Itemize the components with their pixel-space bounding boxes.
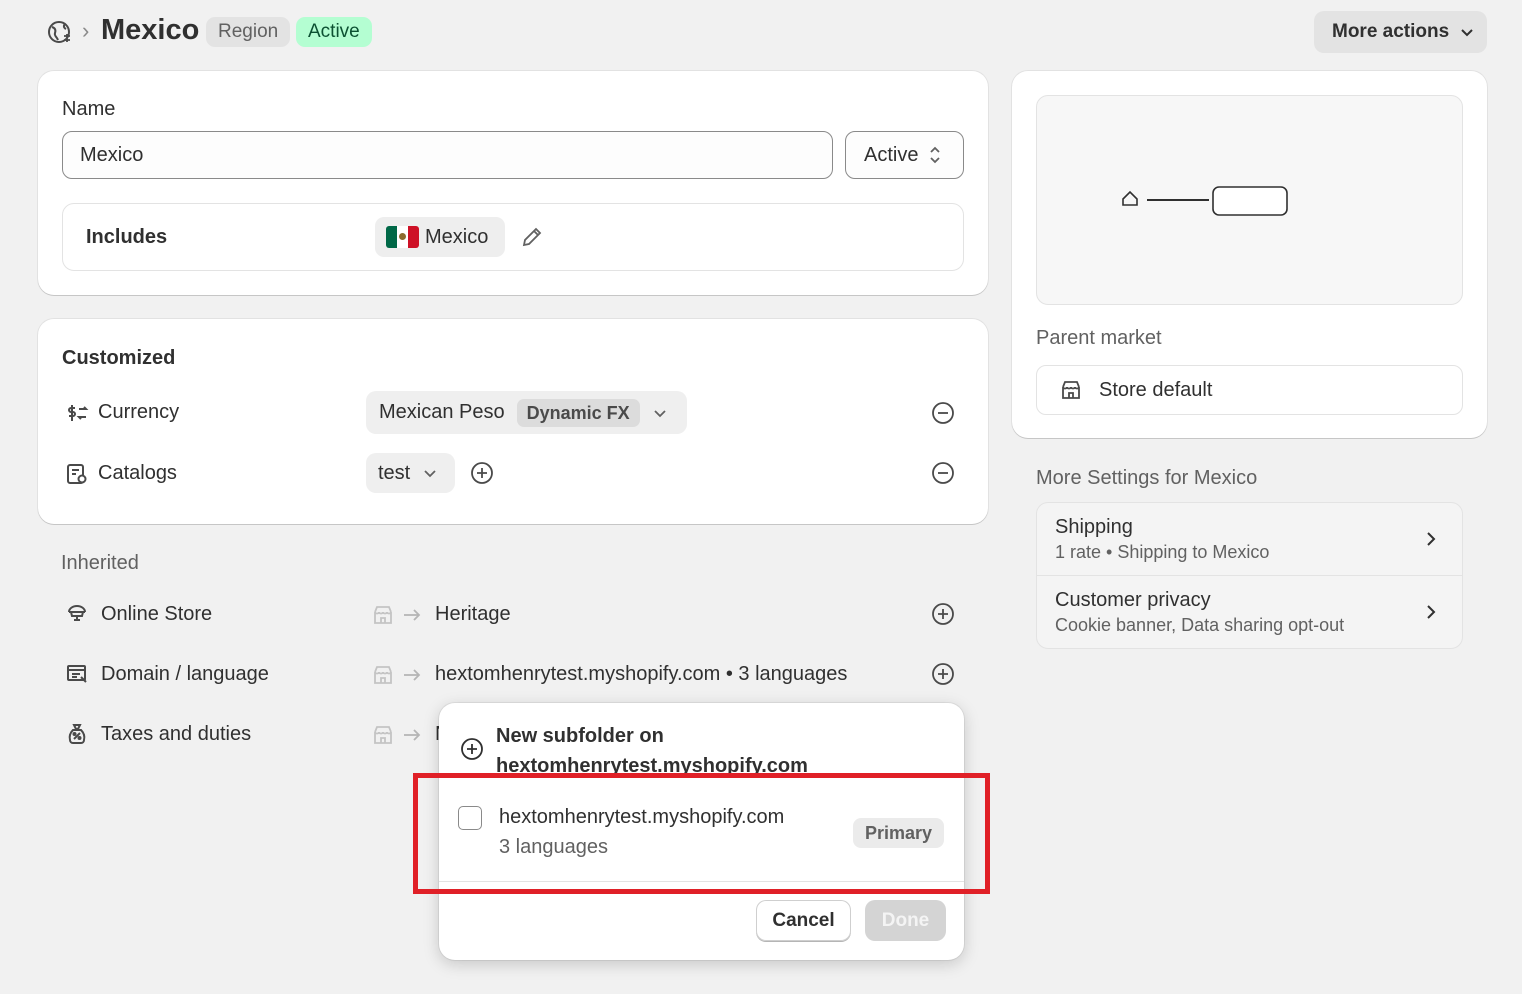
inherited-label-online-store: Online Store bbox=[101, 603, 213, 625]
currency-value: Mexican Peso bbox=[379, 401, 505, 423]
remove-currency-icon[interactable] bbox=[931, 401, 955, 425]
settings-item-customer-privacy[interactable]: Customer privacy Cookie banner, Data sha… bbox=[1037, 576, 1462, 648]
cancel-button[interactable]: Cancel bbox=[756, 900, 851, 941]
breadcrumb-separator: › bbox=[82, 18, 90, 43]
chevron-right-icon bbox=[1424, 529, 1438, 549]
customized-title: Customized bbox=[62, 347, 176, 369]
catalog-value: test bbox=[378, 461, 411, 484]
more-settings-title: More Settings for Mexico bbox=[1036, 467, 1258, 489]
parent-market-link[interactable]: Store default bbox=[1036, 365, 1463, 415]
chevron-down-icon bbox=[1459, 24, 1475, 40]
store-icon bbox=[371, 663, 395, 687]
inherited-label-taxes: Taxes and duties bbox=[101, 723, 252, 745]
home-icon bbox=[1122, 190, 1138, 206]
settings-item-subtitle: Cookie banner, Data sharing opt-out bbox=[1055, 615, 1345, 635]
currency-select[interactable]: Mexican Peso Dynamic FX bbox=[366, 391, 687, 434]
settings-item-title: Customer privacy bbox=[1055, 589, 1211, 611]
settings-item-shipping[interactable]: Shipping 1 rate • Shipping to Mexico bbox=[1037, 503, 1462, 576]
includes-label: Includes bbox=[86, 226, 168, 248]
status-select-value: Active bbox=[864, 143, 919, 166]
settings-item-title: Shipping bbox=[1055, 516, 1133, 538]
country-chip-label: Mexico bbox=[425, 225, 489, 248]
new-subfolder-line1: New subfolder on bbox=[496, 725, 664, 747]
new-subfolder-option[interactable]: New subfolder on hextomhenrytest.myshopi… bbox=[496, 721, 916, 781]
currency-label: Currency bbox=[98, 401, 180, 423]
status-badge: Active bbox=[296, 17, 372, 47]
currency-exchange-icon bbox=[65, 401, 89, 425]
chevron-down-icon bbox=[652, 405, 668, 421]
catalogs-label: Catalogs bbox=[98, 462, 177, 484]
more-actions-button[interactable]: More actions bbox=[1314, 11, 1487, 53]
select-arrows-icon bbox=[928, 144, 942, 166]
inherited-label-domain-language: Domain / language bbox=[101, 663, 269, 685]
online-store-icon bbox=[65, 602, 89, 626]
domain-language-icon bbox=[65, 662, 89, 686]
settings-list: Shipping 1 rate • Shipping to Mexico Cus… bbox=[1036, 502, 1463, 649]
highlight-box bbox=[413, 773, 990, 894]
chevron-right-icon bbox=[1424, 602, 1438, 622]
name-label: Name bbox=[62, 98, 116, 120]
chevron-down-icon bbox=[422, 465, 438, 481]
arrow-right-icon bbox=[401, 664, 423, 686]
remove-catalog-icon[interactable] bbox=[931, 461, 955, 485]
taxes-icon bbox=[65, 722, 89, 746]
add-domain-icon[interactable] bbox=[931, 662, 955, 686]
inherited-value-online-store: Heritage bbox=[435, 603, 511, 625]
plus-circle-icon[interactable] bbox=[460, 737, 484, 761]
dynamic-fx-badge: Dynamic FX bbox=[516, 398, 640, 427]
arrow-right-icon bbox=[401, 604, 423, 626]
add-catalog-icon[interactable] bbox=[470, 461, 494, 485]
parent-market-value: Store default bbox=[1099, 378, 1213, 401]
catalog-select[interactable]: test bbox=[366, 453, 455, 493]
store-icon bbox=[371, 603, 395, 627]
add-online-store-icon[interactable] bbox=[931, 602, 955, 626]
status-select[interactable]: Active bbox=[845, 131, 964, 179]
country-chip-mexico[interactable]: Mexico bbox=[375, 217, 505, 257]
settings-item-subtitle: 1 rate • Shipping to Mexico bbox=[1055, 542, 1270, 562]
arrow-right-icon bbox=[401, 724, 423, 746]
done-button[interactable]: Done bbox=[865, 900, 946, 941]
store-icon bbox=[371, 723, 395, 747]
globe-icon bbox=[46, 18, 74, 46]
parent-market-label: Parent market bbox=[1036, 327, 1162, 349]
region-badge: Region bbox=[206, 17, 291, 47]
store-icon bbox=[1059, 378, 1083, 402]
page-title: Mexico bbox=[101, 14, 200, 46]
market-diagram bbox=[1036, 95, 1463, 305]
more-actions-label: More actions bbox=[1332, 21, 1450, 42]
market-node bbox=[1212, 186, 1288, 216]
name-input[interactable]: Mexico bbox=[62, 131, 833, 179]
includes-box bbox=[62, 203, 964, 271]
mexico-flag-icon bbox=[386, 226, 419, 248]
inherited-value-domain-language: hextomhenrytest.myshopify.com • 3 langua… bbox=[435, 663, 848, 685]
inherited-title: Inherited bbox=[61, 552, 139, 574]
pencil-icon[interactable] bbox=[520, 225, 544, 249]
catalog-icon bbox=[65, 462, 89, 486]
